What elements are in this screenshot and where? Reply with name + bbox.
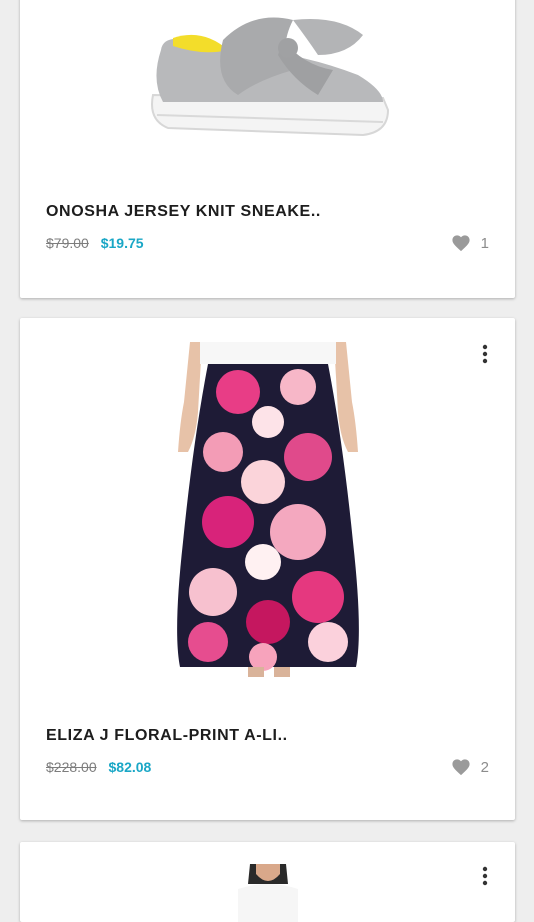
like-button[interactable]: 2: [451, 758, 489, 776]
heart-icon: [452, 759, 470, 776]
product-image[interactable]: [20, 864, 515, 922]
price-row: $79.00 $19.75: [46, 235, 144, 251]
original-price: $79.00: [46, 235, 89, 251]
more-options-button[interactable]: [475, 344, 495, 368]
more-vertical-icon: [482, 344, 488, 364]
product-title[interactable]: ELIZA J FLORAL-PRINT A-LI..: [46, 727, 445, 745]
sale-price: $19.75: [100, 235, 144, 251]
heart-icon: [452, 235, 470, 252]
product-card[interactable]: ONOSHA JERSEY KNIT SNEAKE.. $79.00 $19.7…: [20, 0, 515, 298]
more-vertical-icon: [482, 866, 488, 886]
skirt-image: [176, 342, 359, 677]
like-count: 1: [480, 234, 489, 252]
price-row: $228.00 $82.08: [46, 759, 151, 775]
product-image[interactable]: [20, 10, 515, 180]
top-image: [237, 864, 298, 922]
more-options-button[interactable]: [475, 866, 495, 890]
product-card[interactable]: ELIZA J FLORAL-PRINT A-LI.. $228.00 $82.…: [20, 318, 515, 820]
like-button[interactable]: 1: [451, 234, 489, 252]
sale-price: $82.08: [108, 759, 152, 775]
product-card[interactable]: [20, 842, 515, 922]
original-price: $228.00: [46, 759, 97, 775]
like-count: 2: [480, 758, 489, 776]
product-title[interactable]: ONOSHA JERSEY KNIT SNEAKE..: [46, 203, 445, 221]
product-image[interactable]: [20, 342, 515, 702]
shoe-image: [150, 17, 389, 137]
